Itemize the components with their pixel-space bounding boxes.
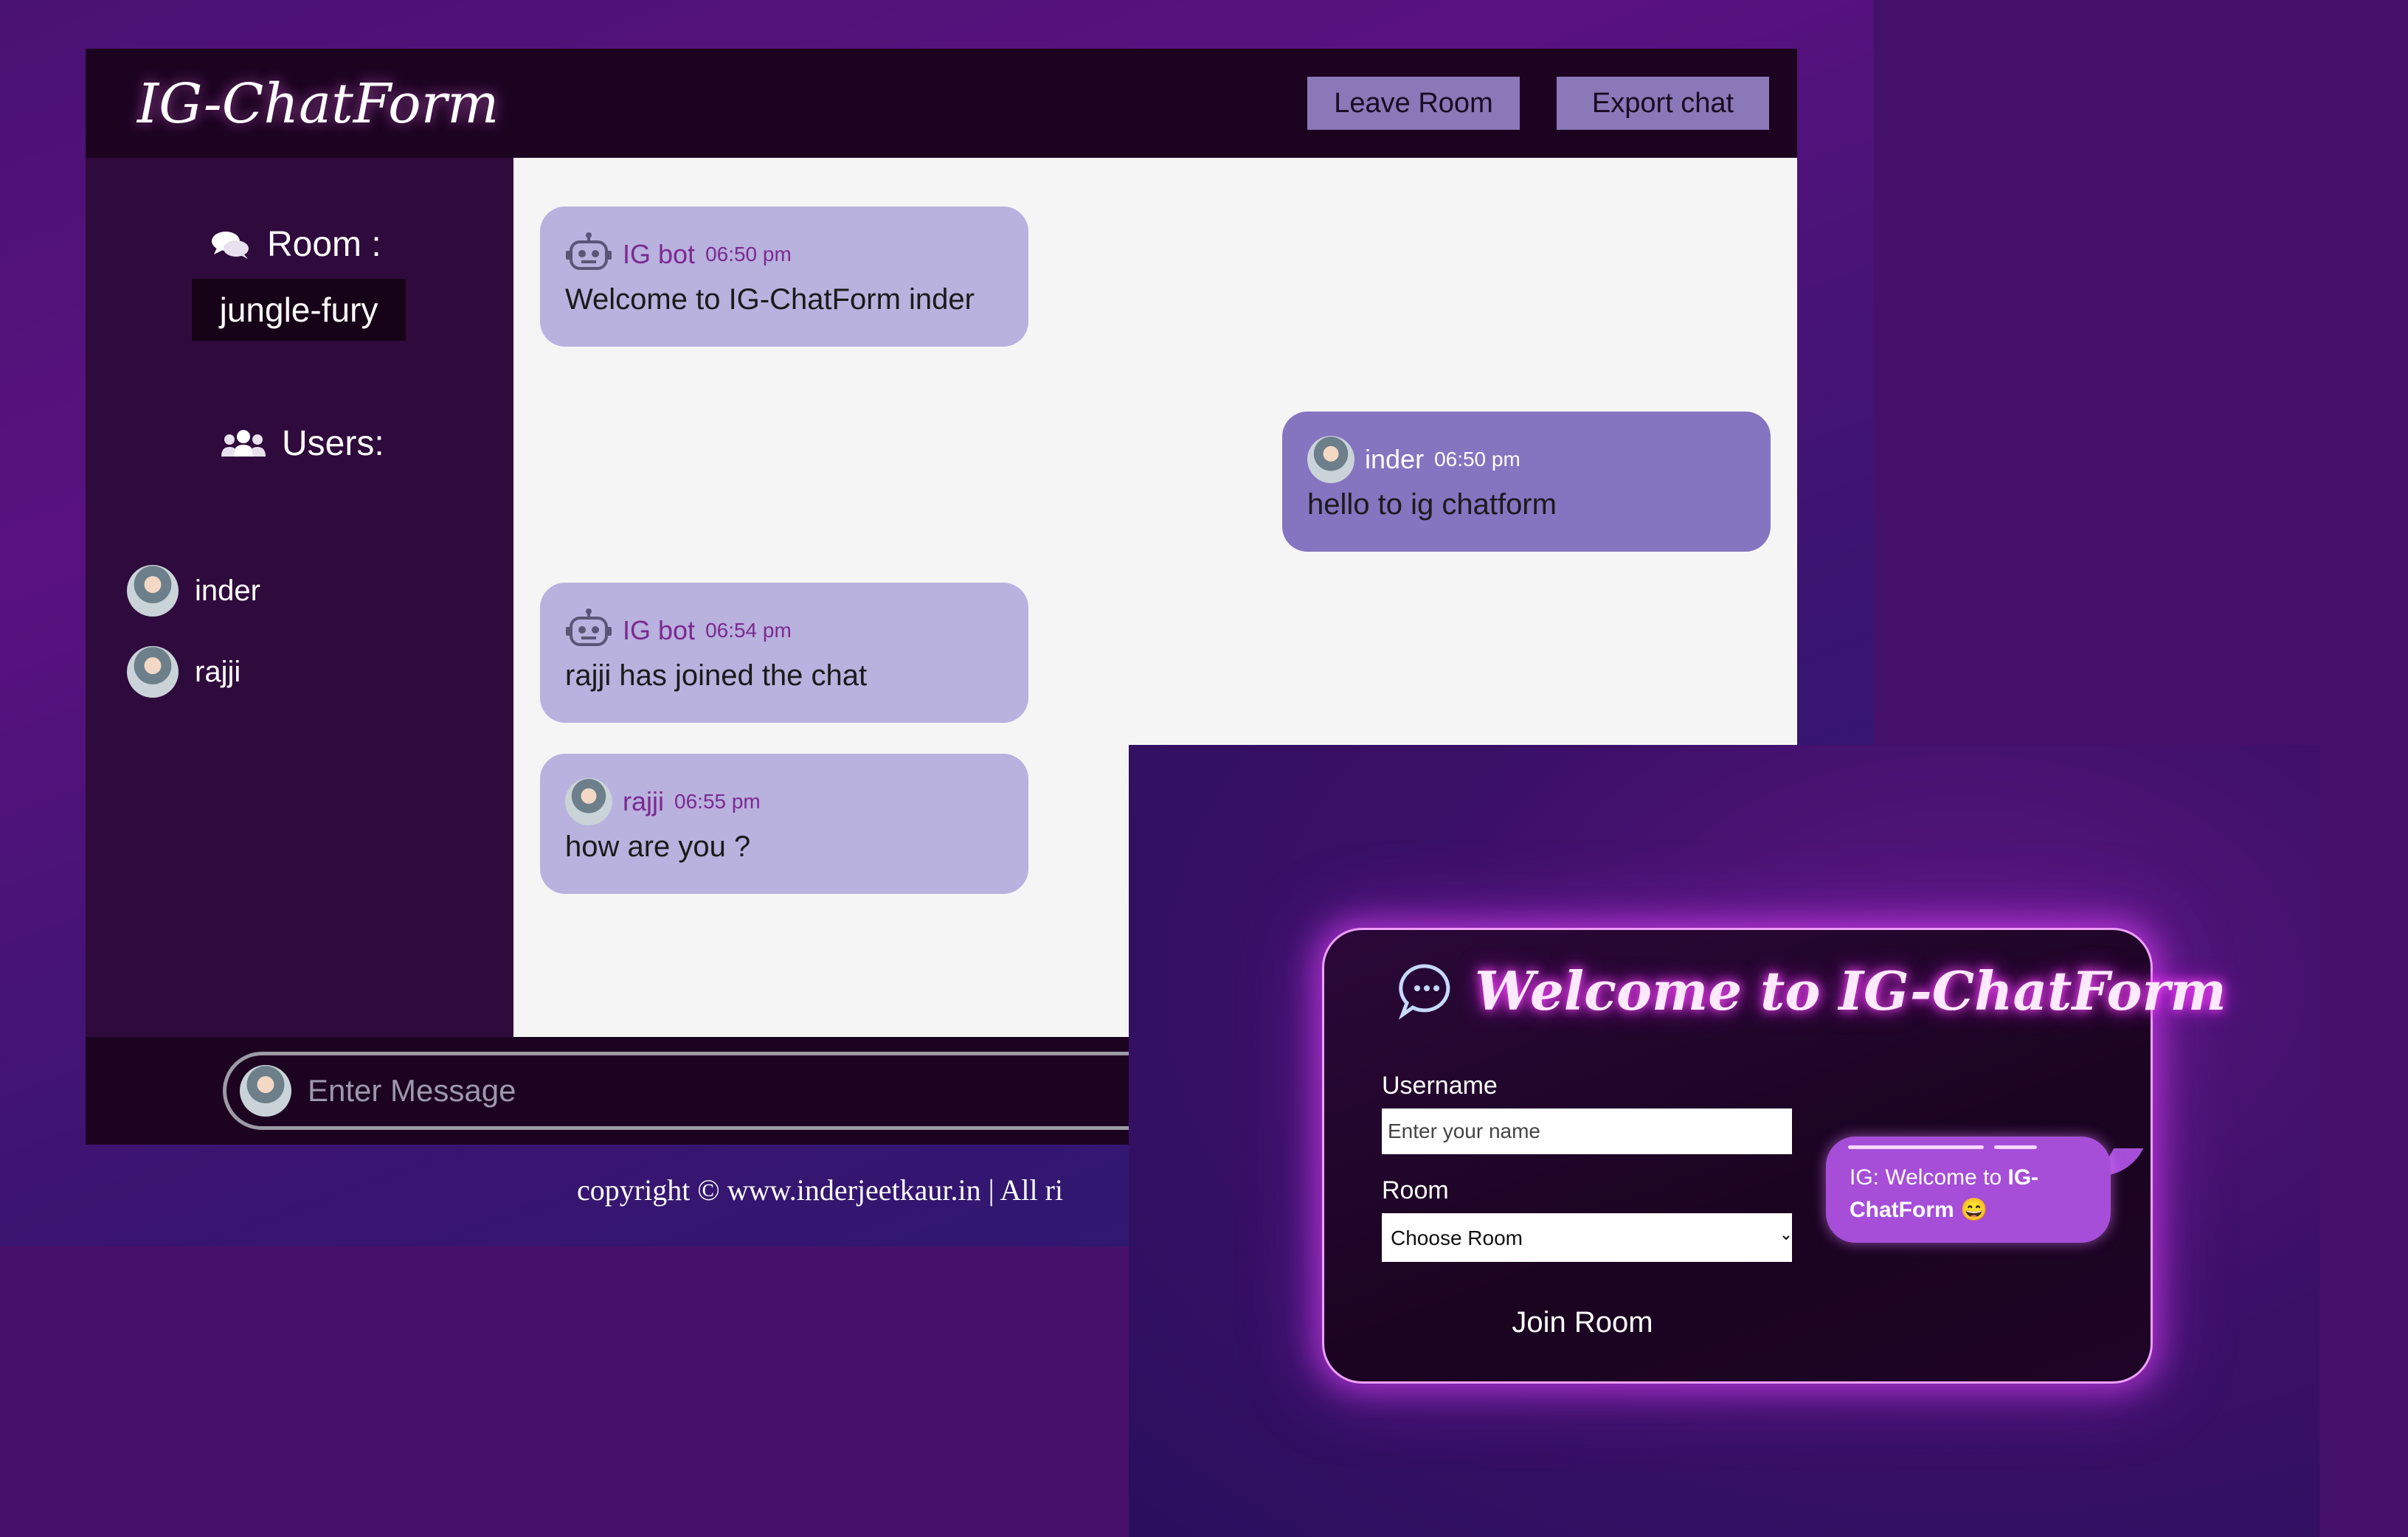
welcome-bubble: IG: Welcome to IG-ChatForm 😄 bbox=[1826, 1137, 2111, 1243]
message-meta: inder 06:50 pm bbox=[1307, 436, 1746, 483]
bubble-decoration bbox=[1994, 1145, 2037, 1149]
sidebar: Room : jungle-fury Users: inder rajji bbox=[86, 158, 513, 1086]
room-name: jungle-fury bbox=[192, 279, 406, 341]
avatar bbox=[127, 646, 179, 698]
message-author: IG bot bbox=[623, 615, 696, 645]
users-heading: Users: bbox=[221, 423, 384, 464]
room-heading: Room : bbox=[211, 224, 381, 265]
chat-message: IG bot 06:54 pm rajji has joined the cha… bbox=[540, 583, 1028, 723]
join-room-button[interactable]: Join Room bbox=[1472, 1296, 1693, 1349]
message-meta: IG bot 06:50 pm bbox=[565, 232, 1003, 277]
message-text: Welcome to IG-ChatForm inder bbox=[565, 283, 975, 316]
chat-bubble-icon bbox=[1398, 963, 1450, 1020]
user-name: inder bbox=[195, 574, 260, 607]
message-time: 06:55 pm bbox=[674, 790, 761, 813]
bubble-text: IG: Welcome to bbox=[1850, 1165, 2008, 1190]
leave-room-button[interactable]: Leave Room bbox=[1307, 77, 1520, 130]
avatar bbox=[127, 565, 179, 617]
message-text: hello to ig chatform bbox=[1307, 488, 1557, 521]
message-author: rajji bbox=[623, 786, 665, 816]
message-meta: rajji 06:55 pm bbox=[565, 778, 1003, 825]
room-select[interactable]: Choose Room bbox=[1382, 1213, 1792, 1262]
chat-message: inder 06:50 pm hello to ig chatform bbox=[1282, 412, 1771, 552]
users-label: Users: bbox=[282, 424, 384, 463]
user-list-item: rajji bbox=[127, 646, 241, 698]
avatar bbox=[1307, 436, 1354, 483]
smile-emoji: 😄 bbox=[1960, 1198, 1988, 1222]
bubble-decoration bbox=[1848, 1145, 1984, 1149]
room-label: Room : bbox=[267, 225, 381, 264]
robot-icon bbox=[566, 232, 612, 270]
robot-icon bbox=[566, 608, 612, 646]
room-select-label: Room bbox=[1382, 1176, 1449, 1204]
comments-icon bbox=[212, 231, 249, 259]
message-time: 06:50 pm bbox=[705, 243, 792, 266]
welcome-heading: Welcome to IG-ChatForm bbox=[1395, 960, 2227, 1022]
export-chat-button[interactable]: Export chat bbox=[1557, 77, 1769, 130]
avatar bbox=[565, 778, 612, 825]
brand-logo: IG-ChatForm bbox=[137, 72, 499, 136]
avatar bbox=[240, 1065, 291, 1117]
username-label: Username bbox=[1382, 1072, 1498, 1100]
chat-message: rajji 06:55 pm how are you ? bbox=[540, 754, 1028, 894]
message-author: inder bbox=[1365, 444, 1425, 474]
message-meta: IG bot 06:54 pm bbox=[565, 608, 1003, 653]
users-icon bbox=[221, 429, 266, 457]
user-list-item: inder bbox=[127, 565, 260, 617]
message-author: IG bot bbox=[623, 239, 696, 269]
chat-header: IG-ChatForm Leave Room Export chat bbox=[86, 49, 1797, 158]
user-name: rajji bbox=[195, 655, 241, 688]
username-input[interactable] bbox=[1382, 1108, 1792, 1154]
chat-message: IG bot 06:50 pm Welcome to IG-ChatForm i… bbox=[540, 207, 1028, 347]
message-input[interactable] bbox=[306, 1072, 1047, 1109]
welcome-title: Welcome to IG-ChatForm bbox=[1475, 960, 2227, 1022]
message-time: 06:50 pm bbox=[1434, 448, 1520, 471]
message-time: 06:54 pm bbox=[705, 619, 792, 642]
login-card: Welcome to IG-ChatForm Username Room Cho… bbox=[1322, 928, 2227, 1384]
login-panel: Welcome to IG-ChatForm Username Room Cho… bbox=[1129, 745, 2319, 1537]
copyright-text: copyright © www.inderjeetkaur.in | All r… bbox=[577, 1173, 1064, 1207]
message-text: rajji has joined the chat bbox=[565, 659, 868, 692]
message-input-container bbox=[223, 1052, 1182, 1130]
message-text: how are you ? bbox=[565, 830, 751, 863]
